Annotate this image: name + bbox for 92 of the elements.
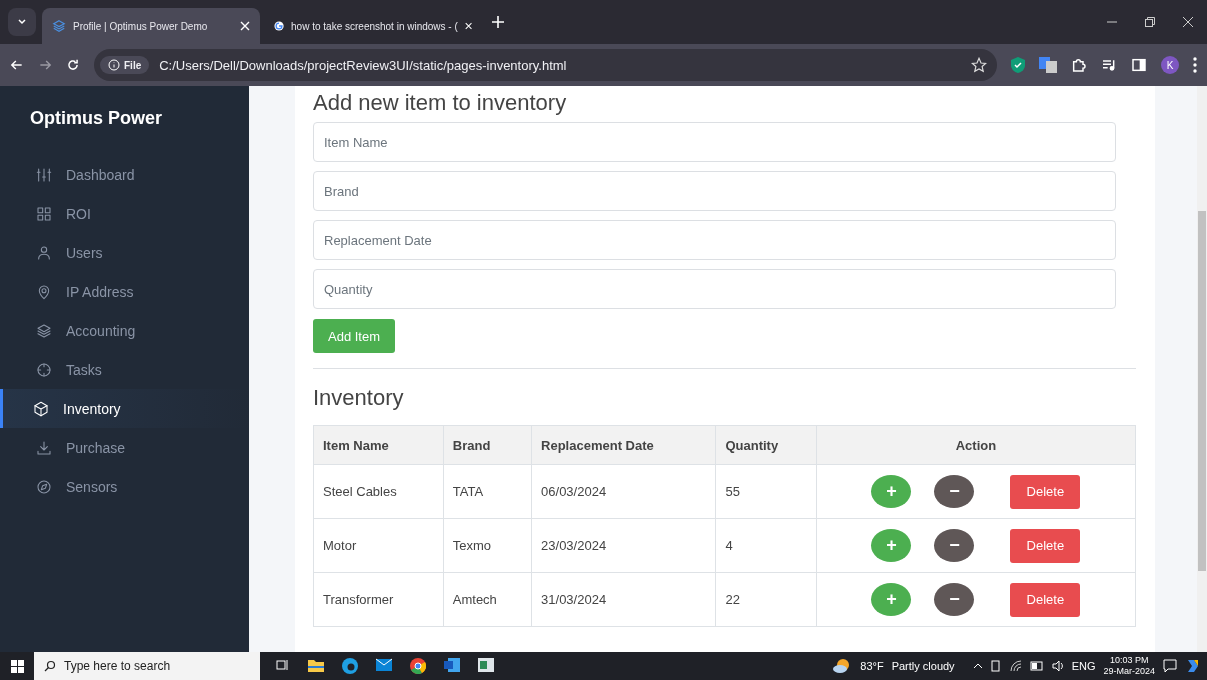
forward-icon[interactable]: [38, 58, 52, 72]
cube-icon: [33, 400, 49, 417]
table-cell: Texmo: [443, 518, 532, 573]
grid-icon: [36, 205, 52, 222]
mail-icon[interactable]: [376, 658, 392, 672]
notification-icon[interactable]: [1163, 659, 1177, 673]
column-header: Quantity: [715, 425, 817, 465]
table-cell: Steel Cables: [313, 464, 444, 519]
star-icon[interactable]: [971, 57, 987, 73]
translate-icon[interactable]: [1039, 57, 1057, 73]
column-header: Item Name: [313, 425, 444, 465]
weather-status: Partly cloudy: [891, 660, 955, 672]
table-cell: 22: [715, 572, 817, 627]
layers-icon: [36, 322, 52, 339]
add-item-button[interactable]: Add Item: [313, 319, 396, 353]
delete-button[interactable]: Delete: [1010, 582, 1081, 617]
reload-icon[interactable]: [66, 58, 80, 72]
chevron-up-icon[interactable]: [972, 662, 983, 670]
crosshair-icon: [36, 361, 52, 378]
side-panel-icon[interactable]: [1131, 57, 1147, 73]
new-tab-icon[interactable]: [492, 16, 504, 28]
taskbar-search[interactable]: Type here to search: [34, 652, 260, 680]
language-indicator[interactable]: ENG: [1071, 660, 1096, 672]
download-icon: [36, 439, 52, 456]
decrease-button[interactable]: −: [934, 475, 975, 508]
media-queue-icon[interactable]: [1101, 57, 1117, 73]
chevron-down-icon: [17, 17, 27, 27]
browser-icon[interactable]: [342, 658, 358, 674]
increase-button[interactable]: +: [871, 583, 912, 616]
sidebar-item[interactable]: Accounting: [0, 311, 249, 350]
input-field[interactable]: Replacement Date: [313, 220, 1116, 260]
table-cell: 55: [715, 464, 817, 519]
menu-icon[interactable]: [1193, 57, 1197, 73]
search-icon: [44, 660, 56, 672]
scrollbar-thumb[interactable]: [1198, 211, 1206, 571]
sidebar-item[interactable]: Dashboard: [0, 155, 249, 194]
battery-icon[interactable]: [1029, 661, 1044, 671]
sliders-icon: [36, 166, 52, 183]
table-cell: Amtech: [443, 572, 532, 627]
increase-button[interactable]: +: [871, 475, 912, 508]
site-info-chip[interactable]: File: [100, 56, 150, 74]
sidebar-item[interactable]: Users: [0, 233, 249, 272]
puzzle-icon[interactable]: [1071, 57, 1087, 73]
table-cell: TATA: [443, 464, 532, 519]
back-icon[interactable]: [10, 58, 24, 72]
input-field[interactable]: Brand: [313, 171, 1116, 211]
tab-search-button[interactable]: [8, 8, 36, 36]
task-view-icon[interactable]: [276, 658, 290, 672]
column-header: Brand: [443, 425, 532, 465]
column-header: Action: [816, 425, 1136, 465]
browser-tab[interactable]: Profile | Optimus Power Demo: [42, 8, 260, 44]
sidebar-item[interactable]: IP Address: [0, 272, 249, 311]
window-app-icon[interactable]: [478, 658, 494, 672]
delete-button[interactable]: Delete: [1010, 528, 1081, 563]
sidebar-item[interactable]: Sensors: [0, 467, 249, 506]
info-icon: [108, 59, 120, 71]
section-title: Inventory: [313, 385, 405, 411]
shield-icon[interactable]: [1011, 57, 1025, 73]
table-cell: Motor: [313, 518, 444, 573]
address-bar[interactable]: File C:/Users/Dell/Downloads/projectReview3UI/static/pages-inventory.html: [94, 49, 997, 81]
decrease-button[interactable]: −: [934, 529, 975, 562]
delete-button[interactable]: Delete: [1010, 474, 1081, 509]
document-icon[interactable]: [444, 658, 460, 672]
decrease-button[interactable]: −: [934, 583, 975, 616]
form-title: Add new item to inventory: [313, 90, 568, 116]
wifi-icon[interactable]: [1009, 660, 1022, 672]
compass-icon: [36, 478, 52, 495]
browser-tab[interactable]: how to take screenshot in windows - (: [264, 8, 482, 44]
table-cell: Transformer: [313, 572, 444, 627]
sidebar-item[interactable]: Purchase: [0, 428, 249, 467]
sidebar-item[interactable]: Tasks: [0, 350, 249, 389]
increase-button[interactable]: +: [871, 529, 912, 562]
table-cell: 31/03/2024: [531, 572, 716, 627]
windows-icon[interactable]: [10, 659, 24, 673]
close-icon[interactable]: [1183, 17, 1193, 27]
input-field[interactable]: Item Name: [313, 122, 1116, 162]
sidebar-item[interactable]: ROI: [0, 194, 249, 233]
input-field[interactable]: Quantity: [313, 269, 1116, 309]
speaker-icon[interactable]: [1051, 660, 1064, 672]
user-icon: [36, 244, 52, 261]
temperature: 83°F: [860, 660, 884, 672]
clock[interactable]: 10:03 PM 29-Mar-2024: [1103, 655, 1155, 677]
column-header: Replacement Date: [531, 425, 716, 465]
table-cell: 23/03/2024: [531, 518, 716, 573]
profile-avatar[interactable]: K: [1161, 56, 1179, 74]
table-cell: 4: [715, 518, 817, 573]
folder-icon[interactable]: [308, 658, 324, 672]
table-cell: 06/03/2024: [531, 464, 716, 519]
brand-title: Optimus Power: [29, 107, 164, 130]
layers-icon: [52, 19, 66, 33]
restore-icon[interactable]: [1145, 17, 1155, 27]
location-pin-icon: [36, 283, 52, 300]
